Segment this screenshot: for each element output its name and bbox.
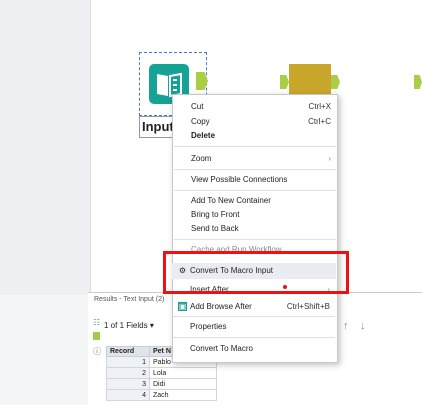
menu-item-label: Copy (191, 117, 210, 126)
menu-separator (174, 190, 336, 191)
menu-item-delete[interactable]: Delete (191, 129, 331, 143)
menu-item-label: Bring to Front (191, 210, 240, 219)
info-icon[interactable]: ⓘ (93, 346, 101, 357)
table-row[interactable]: 2 Lola (106, 367, 217, 379)
record-cell: 3 (106, 378, 150, 390)
menu-item-send-back[interactable]: Send to Back (191, 222, 331, 236)
menu-separator (174, 239, 336, 240)
record-cell: 1 (106, 356, 150, 368)
left-panel (0, 0, 91, 295)
column-header[interactable]: Record (106, 346, 150, 357)
value-cell: Zach (149, 389, 217, 401)
table-row[interactable]: 3 Didi (106, 378, 217, 390)
arrow-down-icon[interactable]: ↓ (360, 320, 366, 332)
menu-separator (174, 146, 336, 147)
chevron-down-icon: ▾ (149, 321, 154, 330)
shortcut-label: Ctrl+Shift+B (286, 302, 330, 311)
value-cell: Didi (149, 378, 217, 390)
grid-icon[interactable]: ☷ (93, 318, 100, 327)
menu-item-add-browse[interactable]: ▣ Add Browse After Ctrl+Shift+B (178, 300, 330, 314)
menu-separator (173, 316, 335, 317)
menu-item-properties[interactable]: Properties (190, 320, 330, 334)
menu-item-copy[interactable]: Copy Ctrl+C (191, 115, 331, 129)
menu-item-label: Cut (191, 102, 204, 111)
menu-item-bring-front[interactable]: Bring to Front (191, 208, 331, 222)
menu-item-zoom[interactable]: Zoom › (191, 152, 331, 166)
highlight-annotation (163, 251, 349, 294)
chevron-right-icon: › (328, 154, 331, 163)
menu-item-label: Properties (190, 322, 227, 331)
fields-label: 1 of 1 Fields (104, 321, 148, 330)
shortcut-label: Ctrl+X (308, 102, 331, 111)
record-cell: 4 (106, 389, 150, 401)
menu-item-convert-macro[interactable]: Convert To Macro (190, 342, 330, 356)
menu-item-label: Delete (191, 131, 216, 140)
menu-item-view-connections[interactable]: View Possible Connections (191, 173, 331, 187)
value-cell: Lola (149, 367, 217, 379)
menu-item-label: Convert To Macro (190, 344, 253, 353)
arrow-up-icon[interactable]: ↑ (343, 320, 349, 332)
record-cell: 2 (106, 367, 150, 379)
shortcut-label: Ctrl+C (308, 117, 331, 126)
menu-item-label: View Possible Connections (191, 175, 288, 184)
menu-item-label: Add To New Container (191, 196, 271, 205)
menu-item-label: Zoom (191, 154, 212, 163)
results-title: Results - Text Input (2) (94, 296, 165, 303)
cursor-dot (283, 285, 287, 289)
menu-item-cut[interactable]: Cut Ctrl+X (191, 100, 331, 114)
menu-item-add-container[interactable]: Add To New Container (191, 194, 331, 208)
fields-selector[interactable]: 1 of 1 Fields ▾ (104, 316, 154, 336)
input-anchor-icon[interactable] (93, 332, 100, 340)
table-row[interactable]: 4 Zach (106, 389, 217, 401)
menu-separator (174, 169, 336, 170)
menu-item-label: Add Browse After (190, 302, 252, 311)
menu-separator (173, 337, 335, 338)
menu-item-label: Send to Back (191, 224, 239, 233)
browse-icon: ▣ (178, 302, 187, 311)
